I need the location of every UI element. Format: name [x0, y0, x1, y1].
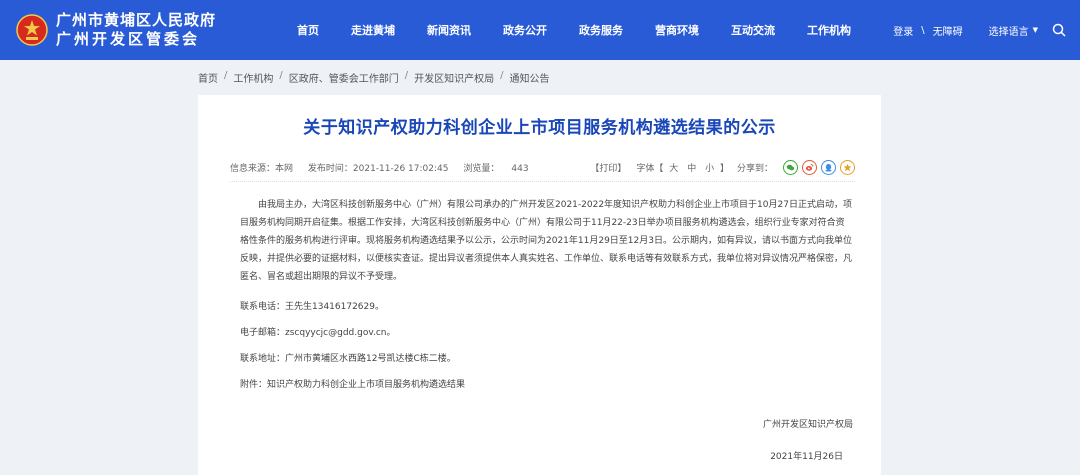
header-utilities: 登录 \ 无障碍 选择语言 ▼	[893, 0, 1066, 60]
nav-business-env[interactable]: 营商环境	[646, 22, 708, 38]
logo-subtitle: 广州开发区管委会	[56, 30, 201, 48]
nav-agencies[interactable]: 工作机构	[798, 22, 860, 38]
logo-title: 广州市黄埔区人民政府	[56, 11, 217, 29]
share-buttons	[779, 160, 855, 175]
national-emblem-icon	[16, 14, 48, 46]
nav-about-huangpu[interactable]: 走进黄埔	[342, 22, 404, 38]
font-size-medium[interactable]: 中	[687, 164, 696, 174]
breadcrumb-agencies[interactable]: 工作机构	[233, 70, 273, 85]
font-size-label: 字体【	[636, 164, 664, 174]
breadcrumb-home[interactable]: 首页	[198, 70, 218, 85]
utility-separator: \	[921, 24, 925, 36]
share-label: 分享到：	[736, 164, 773, 174]
nav-gov-affairs[interactable]: 政务公开	[494, 22, 556, 38]
article-paragraph: 由我局主办，大湾区科技创新服务中心（广州）有限公司承办的广州开发区2021-20…	[240, 200, 853, 282]
qq-share-icon[interactable]	[821, 160, 836, 175]
contact-phone: 联系电话：王先生13416172629。	[240, 302, 384, 312]
site-logo[interactable]: 广州市黄埔区人民政府 广州开发区管委会	[16, 11, 278, 49]
attachment-link[interactable]: 附件：知识产权助力科创企业上市项目服务机构遴选结果	[240, 376, 855, 394]
font-size-small[interactable]: 小	[705, 164, 714, 174]
login-link[interactable]: 登录	[893, 23, 913, 38]
article-title: 关于知识产权助力科创企业上市项目服务机构遴选结果的公示	[303, 118, 776, 138]
issue-date: 2021年11月26日	[770, 452, 843, 462]
contact-email: 电子邮箱：zscqyycjc@gdd.gov.cn。	[240, 328, 396, 338]
language-label: 选择语言	[988, 26, 1029, 38]
site-header: 广州市黄埔区人民政府 广州开发区管委会 首页 走进黄埔 新闻资讯 政务公开 政务…	[0, 0, 1080, 60]
favorite-share-icon[interactable]	[840, 160, 855, 175]
caret-down-icon: ▼	[1032, 26, 1038, 34]
issuing-org: 广州开发区知识产权局	[762, 420, 853, 430]
main-nav: 首页 走进黄埔 新闻资讯 政务公开 政务服务 营商环境 互动交流 工作机构	[288, 22, 874, 38]
article-views-count: 443	[511, 164, 529, 174]
nav-interaction[interactable]: 互动交流	[722, 22, 784, 38]
article-body: 由我局主办，大湾区科技创新服务中心（广州）有限公司承办的广州开发区2021-20…	[240, 196, 855, 466]
article-published: 发布时间：2021-11-26 17:02:45	[307, 164, 449, 174]
language-selector[interactable]: 选择语言 ▼	[989, 23, 1038, 38]
search-icon[interactable]	[1052, 23, 1066, 37]
accessibility-link[interactable]: 无障碍	[933, 23, 963, 38]
article-card: 关于知识产权助力科创企业上市项目服务机构遴选结果的公示 信息来源：本网 发布时间…	[198, 95, 881, 475]
contact-address: 联系地址：广州市黄埔区水西路12号凯达楼C栋二楼。	[240, 354, 456, 364]
nav-home[interactable]: 首页	[288, 22, 328, 38]
article-views-label: 浏览量：	[463, 164, 500, 174]
article-meta: 信息来源：本网 发布时间：2021-11-26 17:02:45 浏览量： 443…	[230, 160, 855, 182]
font-size-end: 】	[719, 164, 729, 174]
breadcrumb-notices[interactable]: 通知公告	[510, 70, 550, 85]
breadcrumb-ip-bureau[interactable]: 开发区知识产权局	[414, 70, 494, 85]
wechat-share-icon[interactable]	[783, 160, 798, 175]
font-size-control: 字体【 大 中 小 】	[636, 161, 729, 174]
breadcrumb-departments[interactable]: 区政府、管委会工作部门	[289, 70, 399, 85]
nav-news[interactable]: 新闻资讯	[418, 22, 480, 38]
article-source: 信息来源：本网	[230, 164, 294, 174]
font-size-large[interactable]: 大	[669, 164, 678, 174]
print-button[interactable]: 【打印】	[590, 161, 626, 174]
breadcrumb: 首页 / 工作机构 / 区政府、管委会工作部门 / 开发区知识产权局 / 通知公…	[198, 70, 550, 85]
nav-gov-services[interactable]: 政务服务	[570, 22, 632, 38]
weibo-share-icon[interactable]	[802, 160, 817, 175]
